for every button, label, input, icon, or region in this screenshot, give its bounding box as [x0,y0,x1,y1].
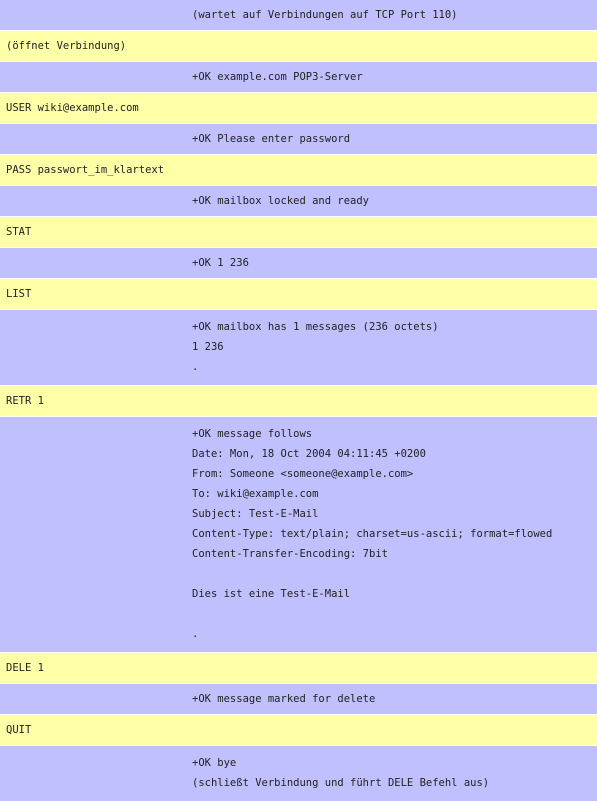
pop3-transcript: (wartet auf Verbindungen auf TCP Port 11… [0,0,597,801]
server-response-row: +OK mailbox locked and ready [0,186,597,216]
server-response-line: Content-Type: text/plain; charset=us-asc… [192,528,553,540]
server-response-line: . [192,361,199,373]
server-response-line: Subject: Test-E-Mail [192,508,319,520]
server-response-line [192,604,597,624]
server-response-line: (schließt Verbindung und führt DELE Befe… [192,777,490,789]
server-response-line: (wartet auf Verbindungen auf TCP Port 11… [192,9,458,21]
server-response-row: +OK message marked for delete [0,684,597,714]
client-command-text: USER wiki@example.com [6,102,139,114]
client-command-row: RETR 1 [0,386,597,416]
client-command-row: USER wiki@example.com [0,93,597,123]
server-response-row: +OK mailbox has 1 messages (236 octets) 1… [0,310,597,385]
client-command-row: (öffnet Verbindung) [0,31,597,61]
client-command-row: DELE 1 [0,653,597,683]
client-command-text: RETR 1 [6,395,44,407]
server-response-line: To: wiki@example.com [192,488,319,500]
server-response-row: +OK message follows Date: Mon, 18 Oct 200… [0,417,597,652]
client-command-text: (öffnet Verbindung) [6,40,127,52]
server-response-row: (wartet auf Verbindungen auf TCP Port 11… [0,0,597,30]
client-command-row: STAT [0,217,597,247]
server-response-line: From: Someone <someone@example.com> [192,468,414,480]
client-command-text: STAT [6,226,32,238]
server-response-line: Date: Mon, 18 Oct 2004 04:11:45 +0200 [192,448,426,460]
server-response-line: +OK mailbox has 1 messages (236 octets) [192,321,439,333]
server-response-line: +OK 1 236 [192,257,249,269]
server-response-line: Content-Transfer-Encoding: 7bit [192,548,388,560]
client-command-text: DELE 1 [6,662,44,674]
server-response-line [192,564,597,584]
server-response-row: +OK Please enter password [0,124,597,154]
server-response-line: . [192,628,199,640]
server-response-line: +OK mailbox locked and ready [192,195,370,207]
server-response-line: +OK message marked for delete [192,693,376,705]
client-command-row: QUIT [0,715,597,745]
server-response-line: +OK message follows [192,428,313,440]
server-response-row: +OK example.com POP3-Server [0,62,597,92]
server-response-row: +OK 1 236 [0,248,597,278]
server-response-line: 1 236 [192,341,224,353]
client-command-row: LIST [0,279,597,309]
client-command-text: LIST [6,288,32,300]
client-command-text: PASS passwort_im_klartext [6,164,165,176]
server-response-line: Dies ist eine Test-E-Mail [192,588,351,600]
client-command-text: QUIT [6,724,32,736]
server-response-line: +OK Please enter password [192,133,351,145]
server-response-line: +OK example.com POP3-Server [192,71,363,83]
server-response-line: +OK bye [192,757,237,769]
server-response-row: +OK bye (schließt Verbindung und führt DE… [0,746,597,801]
client-command-row: PASS passwort_im_klartext [0,155,597,185]
